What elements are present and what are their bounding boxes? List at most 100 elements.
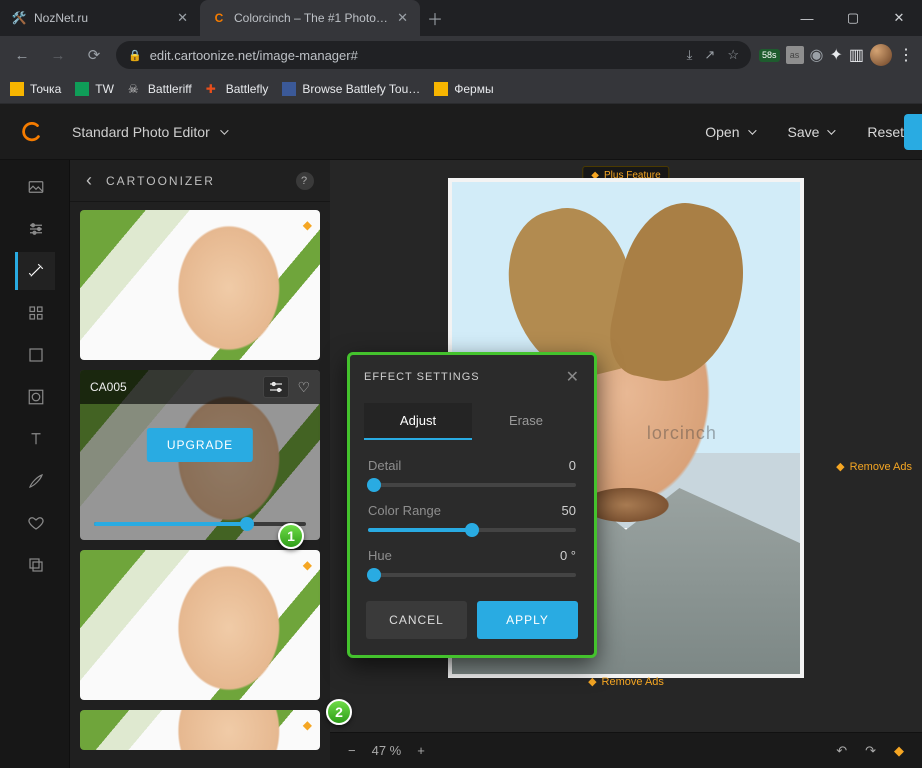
menu-icon[interactable]: ⋮ — [898, 45, 914, 65]
bookmarks-bar: Точка TW ☠Battleriff ✚Battlefly Browse B… — [0, 74, 922, 104]
diamond-icon: ◆ — [836, 460, 844, 473]
rail-frame-icon[interactable] — [15, 336, 55, 374]
colorcinch-icon: C — [212, 11, 226, 25]
remove-ads-link-side[interactable]: ◆ Remove Ads — [836, 460, 912, 473]
rail-layers-icon[interactable] — [15, 546, 55, 584]
hue-value: 0 ° — [560, 548, 576, 563]
maximize-button[interactable]: ▢ — [830, 0, 876, 36]
bookmark-battleriff[interactable]: ☠Battleriff — [128, 82, 192, 96]
color-range-slider[interactable] — [368, 528, 576, 532]
effect-thumb[interactable]: ◆ — [80, 550, 320, 700]
bookmark-fermy[interactable]: Фермы — [434, 82, 493, 96]
effects-panel: ‹ CARTOONIZER ? ◆ CA005 — [70, 160, 330, 768]
rail-heart-icon[interactable] — [15, 504, 55, 542]
bookmark-battlefly[interactable]: ✚Battlefly — [206, 82, 269, 96]
diamond-icon: ◆ — [303, 718, 312, 732]
detail-slider[interactable] — [368, 483, 576, 487]
effect-intensity-slider[interactable] — [94, 522, 306, 526]
favorite-icon[interactable]: ♡ — [297, 379, 310, 396]
eye-icon[interactable]: ◉ — [810, 45, 824, 65]
effect-settings-panel: EFFECT SETTINGS ✕ Adjust Erase Detail0 C… — [347, 352, 597, 658]
star-icon[interactable]: ☆ — [727, 47, 739, 63]
bookmark-tochka[interactable]: Точка — [10, 82, 61, 96]
minimize-button[interactable]: ― — [784, 0, 830, 36]
zoom-out-button[interactable]: − — [348, 743, 356, 758]
diamond-icon: ◆ — [588, 675, 596, 688]
close-icon[interactable]: ✕ — [566, 367, 580, 387]
forward-button[interactable]: → — [44, 41, 72, 69]
back-icon[interactable]: ‹ — [86, 170, 94, 191]
reset-button[interactable]: Reset — [867, 124, 904, 140]
rail-sliders-icon[interactable] — [15, 210, 55, 248]
rail-grid-icon[interactable] — [15, 294, 55, 332]
side-panel-icon[interactable]: ▥ — [849, 45, 864, 65]
bookmark-battlefy[interactable]: Browse Battlefy Tou… — [282, 82, 420, 96]
chevron-down-icon — [828, 126, 836, 134]
browser-titlebar: 🛠️ NozNet.ru ✕ C Colorcinch – The #1 Pho… — [0, 0, 922, 36]
rail-image-icon[interactable] — [15, 168, 55, 206]
callout-1: 1 — [278, 523, 304, 549]
chevron-down-icon — [748, 126, 756, 134]
help-icon[interactable]: ? — [296, 172, 314, 190]
reload-button[interactable]: ⟳ — [80, 41, 108, 69]
editor-mode-dropdown[interactable]: Standard Photo Editor — [72, 124, 226, 140]
extensions-icon[interactable]: ✦ — [829, 45, 842, 65]
timer-badge[interactable]: 58s — [759, 49, 780, 62]
panel-title: CARTOONIZER — [106, 174, 215, 188]
bookmark-tw[interactable]: TW — [75, 82, 114, 96]
tab-colorcinch[interactable]: C Colorcinch – The #1 Photo Editor ✕ — [200, 0, 420, 36]
zoom-in-button[interactable]: + — [417, 743, 425, 758]
install-icon[interactable]: ⤓ — [687, 47, 693, 63]
app: Standard Photo Editor Open Save Reset — [0, 104, 922, 768]
avatar[interactable] — [870, 44, 892, 66]
color-range-value: 50 — [562, 503, 576, 518]
tab-label: Colorcinch – The #1 Photo Editor — [234, 11, 389, 25]
cancel-button[interactable]: CANCEL — [366, 601, 467, 639]
share-icon[interactable]: ↗ — [704, 47, 715, 63]
close-icon[interactable]: ✕ — [177, 10, 188, 26]
new-tab-button[interactable]: ＋ — [420, 0, 450, 36]
rail-text-icon[interactable] — [15, 420, 55, 458]
rail-wand-icon[interactable] — [15, 252, 55, 290]
slider-hue-row: Hue0 ° — [350, 542, 594, 587]
redo-button[interactable]: ↷ — [865, 743, 876, 759]
callout-2: 2 — [326, 699, 352, 725]
effect-thumb-selected[interactable]: CA005 ♡ UPGRADE — [80, 370, 320, 540]
close-icon[interactable]: ✕ — [397, 10, 408, 26]
primary-action-stub[interactable] — [904, 114, 922, 150]
effect-thumb[interactable]: ◆ — [80, 210, 320, 360]
upgrade-button[interactable]: UPGRADE — [147, 428, 253, 462]
tab-erase[interactable]: Erase — [472, 403, 580, 440]
layers-icon[interactable]: ◆ — [894, 743, 904, 759]
browser-navbar: ← → ⟳ 🔒 edit.cartoonize.net/image-manage… — [0, 36, 922, 74]
diamond-icon: ◆ — [303, 218, 312, 232]
tab-adjust[interactable]: Adjust — [364, 403, 472, 440]
tab-label: NozNet.ru — [34, 11, 169, 25]
extension-icon[interactable]: as — [786, 46, 804, 64]
hue-slider[interactable] — [368, 573, 576, 577]
chevron-down-icon — [220, 126, 228, 134]
window-controls: ― ▢ ✕ — [784, 0, 922, 36]
open-dropdown[interactable]: Open — [705, 124, 753, 140]
tool-rail — [0, 160, 70, 768]
undo-button[interactable]: ↶ — [836, 743, 847, 759]
slider-detail-row: Detail0 — [350, 452, 594, 497]
save-dropdown[interactable]: Save — [788, 124, 834, 140]
close-window-button[interactable]: ✕ — [876, 0, 922, 36]
app-topbar: Standard Photo Editor Open Save Reset — [0, 104, 922, 160]
remove-ads-link-bottom[interactable]: ◆ Remove Ads — [588, 675, 664, 688]
app-logo-icon[interactable] — [18, 118, 46, 146]
wrench-icon: 🛠️ — [12, 11, 26, 25]
tab-noznet[interactable]: 🛠️ NozNet.ru ✕ — [0, 0, 200, 36]
rail-brush-icon[interactable] — [15, 462, 55, 500]
bottom-bar: − 47 % + ↶ ↷ ◆ — [330, 732, 922, 768]
watermark: lorcinch — [647, 423, 717, 444]
effect-settings-icon[interactable] — [263, 376, 289, 398]
apply-button[interactable]: APPLY — [477, 601, 578, 639]
back-button[interactable]: ← — [8, 41, 36, 69]
effect-settings-title: EFFECT SETTINGS — [364, 371, 480, 383]
url-bar[interactable]: 🔒 edit.cartoonize.net/image-manager# ⤓ ↗… — [116, 41, 751, 69]
rail-vignette-icon[interactable] — [15, 378, 55, 416]
diamond-icon: ◆ — [303, 558, 312, 572]
effect-thumb[interactable]: ◆ — [80, 710, 320, 750]
